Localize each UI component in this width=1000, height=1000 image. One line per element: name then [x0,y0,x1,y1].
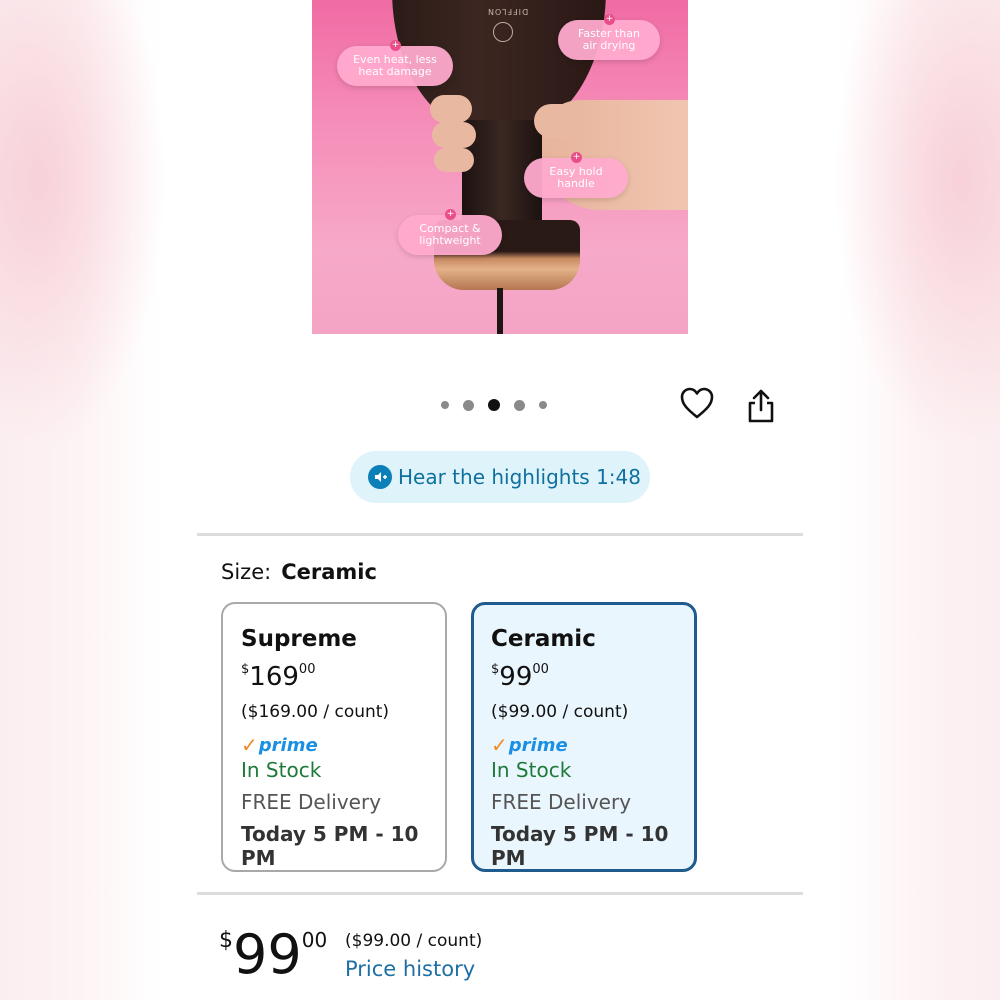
option-unit-price: ($169.00 / count) [241,702,390,722]
share-icon[interactable] [746,388,776,424]
callout-compact: + Compact & lightweight [398,209,502,255]
section-divider [197,533,803,536]
plus-icon: + [604,14,615,25]
hear-highlights-label: Hear the highlights 1:48 [398,465,641,489]
hear-highlights-button[interactable]: Hear the highlights 1:48 [350,451,650,503]
hair-dryer-cord [497,288,503,334]
finger [434,148,474,172]
prime-badge: ✓ prime [491,733,568,757]
stock-status: In Stock [241,758,322,782]
option-name: Ceramic [491,626,596,652]
plus-icon: + [571,152,582,163]
dryer-brand-text: DIFFLON [487,7,529,16]
carousel-dot[interactable] [514,399,525,411]
prime-check-icon: ✓ [491,733,508,757]
plus-icon: + [445,209,456,220]
prime-badge: ✓ prime [241,733,318,757]
section-divider [197,892,803,895]
current-price: $9900 [219,923,328,986]
plus-icon: + [390,40,401,51]
option-price: $9900 [491,662,549,692]
delivery-label: FREE Delivery [241,790,382,814]
carousel-dot[interactable] [539,401,547,409]
product-image[interactable]: DIFFLON + Faster than air drying + Even … [312,0,688,334]
heart-icon[interactable] [679,386,715,422]
selected-size-value: Ceramic [281,560,377,584]
delivery-window: Today 5 PM - 10 PM [241,822,419,870]
product-panel: DIFFLON + Faster than air drying + Even … [197,0,803,1000]
carousel-dot-active[interactable] [488,399,500,411]
option-price: $16900 [241,662,316,692]
speaker-icon [368,465,392,489]
delivery-label: FREE Delivery [491,790,632,814]
callout-even-heat: + Even heat, less heat damage [337,40,453,86]
thumb [534,104,580,138]
callout-faster: + Faster than air drying [558,14,660,60]
size-selector-label: Size: Ceramic [221,560,377,584]
dryer-logo-icon [493,22,513,42]
stock-status: In Stock [491,758,572,782]
callout-easy-hold: + Easy hold handle [524,152,628,198]
option-unit-price: ($99.00 / count) [491,702,629,722]
finger [432,122,476,148]
option-name: Supreme [241,626,357,652]
prime-check-icon: ✓ [241,733,258,757]
carousel-dot[interactable] [463,399,474,411]
size-option-ceramic[interactable]: Ceramic $9900 ($99.00 / count) ✓ prime In… [471,602,697,872]
size-option-supreme[interactable]: Supreme $16900 ($169.00 / count) ✓ prime … [221,602,447,872]
delivery-window: Today 5 PM - 10 PM [491,822,669,870]
current-unit-price: ($99.00 / count) [345,931,483,951]
carousel-dots[interactable] [441,398,547,412]
carousel-dot[interactable] [441,401,449,409]
finger [430,95,472,123]
price-history-link[interactable]: Price history [345,957,475,981]
